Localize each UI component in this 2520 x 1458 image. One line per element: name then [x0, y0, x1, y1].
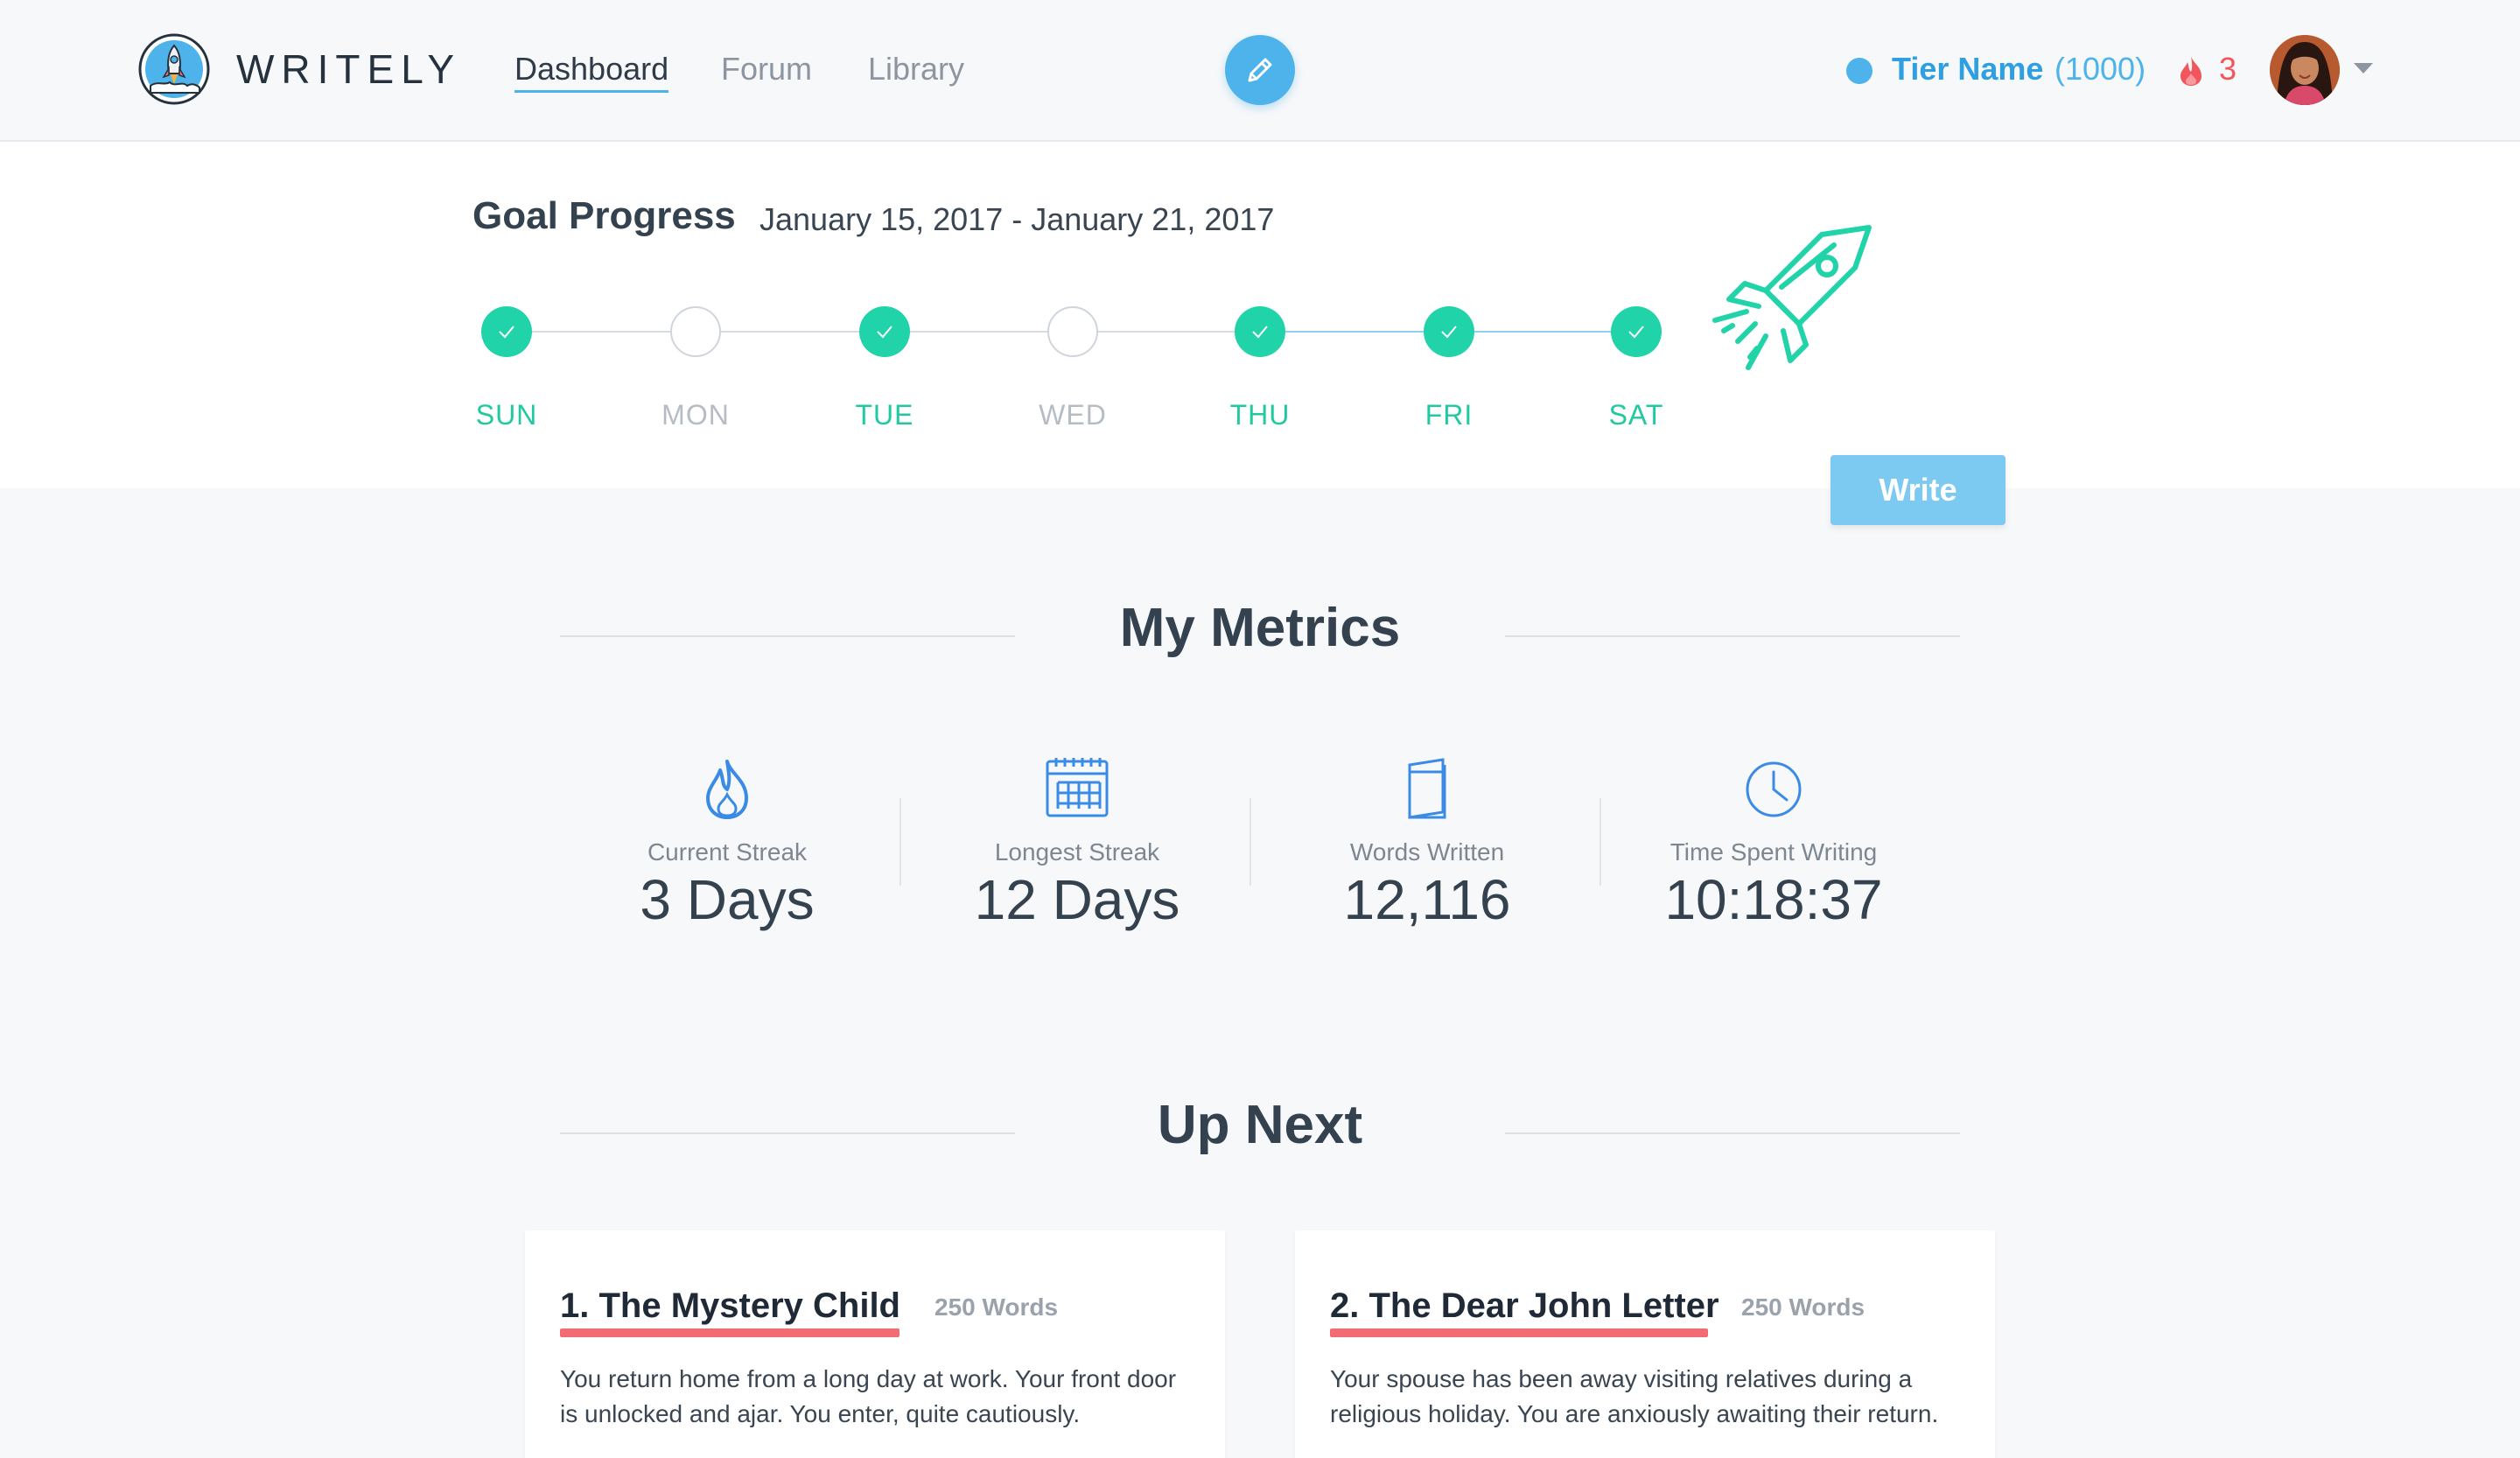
prompt-description: You return home from a long day at work.…	[560, 1365, 1177, 1427]
check-icon	[499, 326, 514, 339]
day-label-sun: SUN	[475, 399, 538, 431]
new-writing-button[interactable]	[1225, 35, 1295, 105]
day-circle-sun	[481, 306, 532, 357]
check-icon	[1252, 326, 1268, 339]
metric-value: 3 Days	[640, 868, 815, 931]
day-circle-wed	[1047, 306, 1098, 357]
day-circle-mon	[670, 306, 721, 357]
day-label-thu: THU	[1229, 399, 1291, 431]
metric-words-written: Words Written 12,116	[1252, 756, 1602, 933]
prompt-card[interactable]: 1. The Mystery Child 250 Words You retur…	[525, 1230, 1225, 1458]
metric-longest-streak: Longest Streak 12 Days	[902, 756, 1252, 933]
calendar-icon	[902, 756, 1252, 823]
title-underline	[1330, 1328, 1708, 1337]
title-underline	[560, 1328, 900, 1337]
prompt-card[interactable]: 2. The Dear John Letter 250 Words Your s…	[1295, 1230, 1995, 1458]
nav-library[interactable]: Library	[868, 51, 964, 88]
app-name: WRITELY	[236, 46, 462, 92]
metric-label: Current Streak	[647, 838, 808, 866]
prompt-title[interactable]: 1. The Mystery Child	[560, 1286, 900, 1326]
metric-label: Time Spent Writing	[1670, 838, 1878, 866]
day-label-sat: SAT	[1608, 399, 1664, 431]
prompt-description: Your spouse has been away visiting relat…	[1330, 1365, 1939, 1427]
book-icon	[1252, 756, 1602, 823]
day-label-mon: MON	[662, 399, 730, 431]
metric-value: 12 Days	[974, 868, 1180, 931]
day-circle-tue	[859, 306, 910, 357]
streak-count: 3	[2219, 51, 2237, 87]
metric-time-spent: Time Spent Writing 10:18:37	[1599, 756, 1949, 933]
goal-date-range: January 15, 2017 - January 21, 2017	[760, 201, 1275, 237]
nav-dashboard[interactable]: Dashboard	[514, 51, 669, 93]
clock-icon	[1599, 756, 1949, 823]
check-icon	[1628, 326, 1644, 339]
metrics-title: My Metrics	[1119, 598, 1401, 658]
pencil-icon	[1248, 58, 1272, 82]
day-circle-fri	[1424, 306, 1474, 357]
prompt-word-count: 250 Words	[1741, 1293, 1866, 1321]
metric-label: Longest Streak	[994, 838, 1160, 866]
tier-name[interactable]: Tier Name	[1892, 51, 2043, 88]
day-label-fri: FRI	[1424, 399, 1474, 431]
user-avatar[interactable]	[2270, 35, 2340, 105]
prompt-title[interactable]: 2. The Dear John Letter	[1330, 1286, 1719, 1326]
goal-progress-title: Goal Progress	[472, 194, 736, 237]
prompt-word-count: 250 Words	[934, 1293, 1059, 1321]
metric-divider	[1250, 798, 1251, 886]
goal-progress-panel: Goal Progress January 15, 2017 - January…	[0, 142, 2520, 488]
metric-value: 10:18:37	[1664, 868, 1883, 931]
day-circle-sat	[1611, 306, 1662, 357]
check-icon	[1441, 326, 1457, 339]
chevron-down-icon[interactable]	[2354, 63, 2373, 74]
nav-forum[interactable]: Forum	[721, 51, 812, 88]
day-label-tue: TUE	[855, 399, 914, 431]
tier-indicator-dot	[1846, 58, 1872, 84]
write-button[interactable]: Write	[1830, 455, 2006, 525]
flame-icon	[2177, 54, 2205, 92]
rocket-icon	[1694, 221, 1886, 382]
day-label-wed: WED	[1039, 399, 1107, 431]
metric-current-streak: Current Streak 3 Days	[552, 756, 902, 933]
up-next-title: Up Next	[1157, 1095, 1363, 1155]
metric-divider	[900, 798, 901, 886]
metric-label: Words Written	[1349, 838, 1505, 866]
tier-points: (1000)	[2054, 51, 2146, 87]
metric-value: 12,116	[1343, 868, 1511, 931]
top-navigation-bar: WRITELY Dashboard Forum Library Tier Nam…	[0, 0, 2520, 142]
writely-logo-icon[interactable]	[138, 33, 210, 105]
flame-icon	[552, 756, 902, 823]
check-icon	[877, 326, 892, 339]
day-circle-thu	[1235, 306, 1285, 357]
